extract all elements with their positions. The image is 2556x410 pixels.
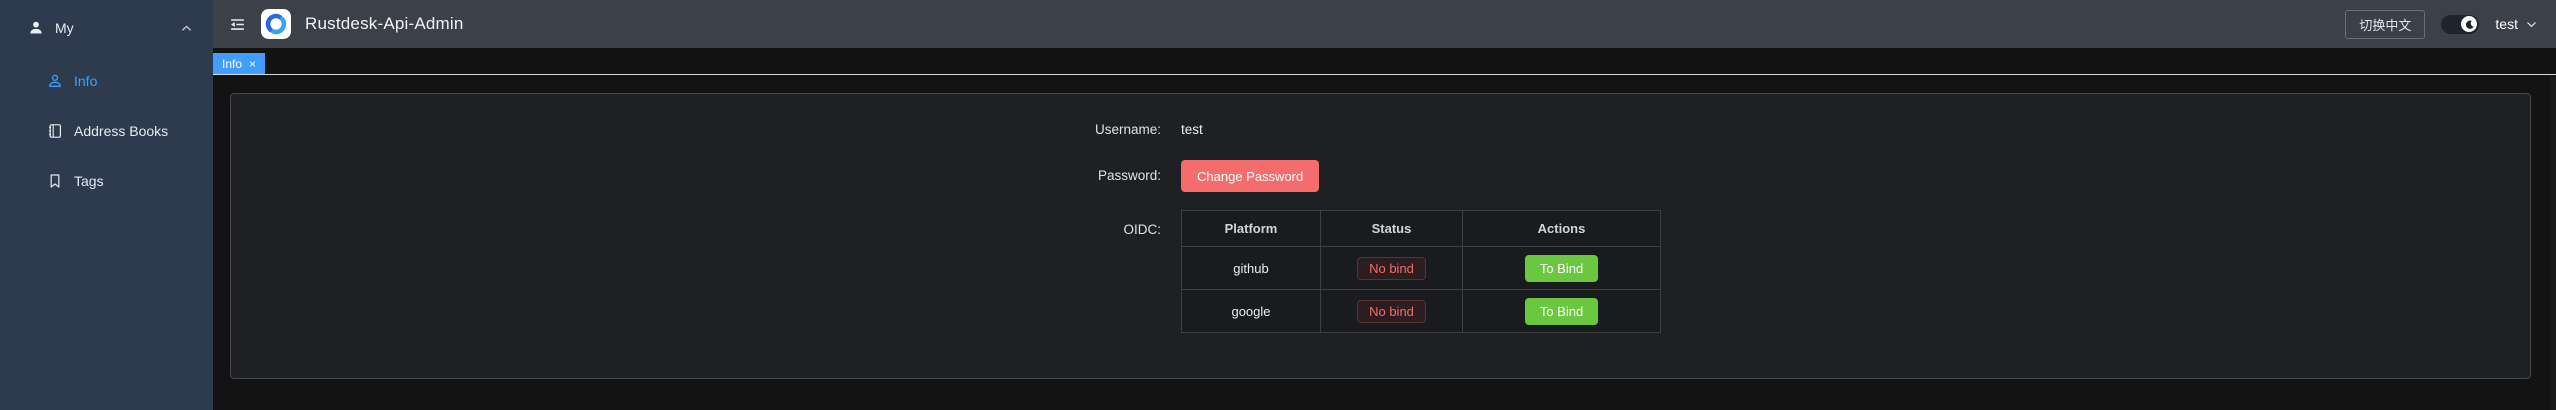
password-row: Password: Change Password: [231, 160, 2530, 192]
column-header-actions: Actions: [1463, 211, 1661, 247]
oidc-label: OIDC:: [231, 210, 1181, 333]
user-filled-icon: [28, 20, 44, 36]
sidebar-item-address-books[interactable]: Address Books: [0, 106, 213, 156]
tab-bar: Info ×: [213, 48, 2556, 75]
sidebar-item-tags[interactable]: Tags: [0, 156, 213, 206]
status-badge: No bind: [1357, 300, 1426, 323]
status-cell: No bind: [1321, 290, 1463, 333]
chevron-up-icon: [180, 22, 193, 35]
app-title: Rustdesk-Api-Admin: [305, 14, 464, 34]
username-value: test: [1181, 120, 1203, 140]
to-bind-button-google[interactable]: To Bind: [1525, 298, 1598, 325]
sidebar-item-label: Info: [74, 73, 97, 89]
tab-label: Info: [222, 57, 242, 71]
change-password-button[interactable]: Change Password: [1181, 160, 1319, 192]
app-window: My Info Address Books Tags: [0, 0, 2556, 410]
username-label: Username:: [231, 120, 1181, 140]
password-label: Password:: [231, 160, 1181, 192]
column-header-status: Status: [1321, 211, 1463, 247]
bookmark-tag-icon: [47, 173, 63, 189]
platform-cell: github: [1182, 247, 1321, 290]
username-row: Username: test: [231, 120, 2530, 140]
table-row-github: github No bind To Bind: [1182, 247, 1661, 290]
platform-cell: google: [1182, 290, 1321, 333]
status-badge: No bind: [1357, 257, 1426, 280]
actions-cell: To Bind: [1463, 247, 1661, 290]
top-header: Rustdesk-Api-Admin 切换中文 test: [213, 0, 2556, 48]
tab-close-icon[interactable]: ×: [249, 58, 256, 70]
user-outline-icon: [47, 73, 63, 89]
user-dropdown[interactable]: test: [2495, 16, 2538, 32]
sidebar-group-my[interactable]: My: [0, 0, 213, 56]
chevron-down-icon: [2525, 18, 2538, 31]
info-panel: Username: test Password: Change Password…: [230, 93, 2531, 379]
sidebar-item-info[interactable]: Info: [0, 56, 213, 106]
user-name: test: [2495, 16, 2518, 32]
table-row-google: google No bind To Bind: [1182, 290, 1661, 333]
sidebar-item-label: Address Books: [74, 123, 168, 139]
fold-menu-icon[interactable]: [229, 16, 246, 33]
dark-mode-toggle[interactable]: [2441, 15, 2479, 34]
oidc-table: Platform Status Actions github No bind T…: [1181, 210, 1661, 333]
tab-info[interactable]: Info ×: [213, 53, 265, 74]
sidebar-group-label: My: [55, 20, 74, 36]
oidc-row: OIDC: Platform Status Actions github No …: [231, 210, 2530, 333]
scrollbar-track[interactable]: [2550, 76, 2556, 410]
rustdesk-logo: [261, 9, 291, 39]
oidc-table-header-row: Platform Status Actions: [1182, 211, 1661, 247]
sidebar: My Info Address Books Tags: [0, 0, 213, 410]
to-bind-button-github[interactable]: To Bind: [1525, 255, 1598, 282]
status-cell: No bind: [1321, 247, 1463, 290]
header-right: 切换中文 test: [2345, 10, 2538, 39]
dark-mode-moon-icon: [2461, 16, 2477, 32]
column-header-platform: Platform: [1182, 211, 1321, 247]
sidebar-item-label: Tags: [74, 173, 104, 189]
actions-cell: To Bind: [1463, 290, 1661, 333]
address-book-icon: [47, 123, 63, 139]
switch-language-button[interactable]: 切换中文: [2345, 10, 2425, 39]
